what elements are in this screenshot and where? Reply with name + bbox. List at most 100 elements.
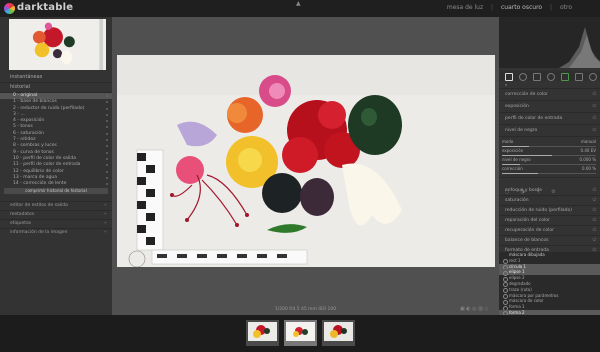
module-header[interactable]: reparación del color ⏻ — [499, 216, 600, 226]
presets-tab-icon[interactable] — [589, 73, 597, 81]
history-item-label: 6 - saturación — [13, 130, 45, 136]
darktable-logo-icon — [4, 3, 15, 14]
module-header[interactable]: corrección de color ⏻ — [499, 89, 600, 101]
collapsed-section[interactable]: editor de estilos de salida + — [0, 201, 112, 210]
module-power-icon[interactable]: ⏻ — [592, 206, 596, 215]
filmstrip-thumb[interactable] — [246, 320, 279, 346]
slider-control[interactable]: exposición 0.40 EV — [499, 148, 600, 157]
mask-item-label: forma 1 — [509, 304, 525, 310]
filmstrip-thumb-selected[interactable] — [284, 320, 317, 346]
search-icon: ⌕ — [505, 82, 508, 87]
bottom-controls: ▣ ◐ ◎ ▥ ◇ — [460, 306, 488, 312]
correct-group-tab-icon[interactable] — [561, 73, 569, 81]
histogram-graph — [499, 27, 600, 68]
module-header[interactable]: balance de blancos ⏻ — [499, 236, 600, 246]
module-state-icon — [106, 176, 108, 179]
module-name: saturación — [505, 198, 529, 203]
module-state-icon — [106, 170, 108, 173]
collapsed-section[interactable]: etiquetas + — [0, 219, 112, 228]
module-state-icon — [106, 151, 108, 154]
module-power-icon[interactable]: ⏻ — [592, 101, 596, 112]
module-header[interactable]: exposición ⏻ — [499, 101, 600, 113]
basic-group-tab-icon[interactable] — [519, 73, 527, 81]
tone-group-tab-icon[interactable] — [533, 73, 541, 81]
overexposed-icon[interactable]: ◎ — [472, 306, 476, 312]
module-name: corrección de color — [505, 92, 548, 97]
module-state-icon — [106, 95, 108, 97]
module-header[interactable]: enfoque y borde ⏻ — [499, 186, 600, 196]
module-state-icon — [106, 164, 108, 167]
view-lighttable[interactable]: mesa de luz — [447, 4, 483, 11]
module-power-icon[interactable]: ⏻ — [592, 216, 596, 225]
module-name: reparación del color — [505, 218, 550, 223]
module-state-icon — [106, 183, 108, 186]
module-power-icon[interactable]: ⏻ — [592, 226, 596, 235]
collapsed-section[interactable]: información de la imagen + — [0, 228, 112, 237]
history-item-label: 7 - nitidez — [13, 137, 36, 143]
module-name: enfoque y borde — [505, 188, 542, 193]
module-state-icon — [106, 132, 108, 135]
history-item-label: 9 - curva de tonos — [13, 149, 54, 155]
mask-manager: máscara dibujada rect 1 círculo 1 elipse 1… — [499, 252, 600, 317]
main-image[interactable] — [117, 55, 495, 267]
focus-peaking-icon[interactable]: ◇ — [485, 306, 489, 312]
navigation-thumbnail[interactable] — [9, 19, 106, 70]
slider-value: 0.00 % — [582, 166, 596, 171]
display-profile-icon[interactable]: ▥ — [478, 306, 483, 312]
history-item-label: 5 - tonos — [13, 124, 33, 130]
exposure-controls: modo manual exposición 0.40 EV nivel de negr… — [499, 137, 600, 178]
history-item-label: 1 - base de blancos — [13, 99, 57, 105]
snapshots-header[interactable]: instantáneas — [0, 73, 112, 83]
view-more[interactable]: otro — [560, 4, 572, 11]
collapsed-section[interactable]: metadatos + — [0, 210, 112, 219]
module-power-icon[interactable]: ⏻ — [592, 186, 596, 195]
history-header[interactable]: historial — [0, 83, 112, 93]
slider-label: nivel de negro — [502, 157, 531, 162]
history-item-label: 8 - sombras y luces — [13, 143, 57, 149]
module-name: reducción de ruido (perfilado) — [505, 208, 572, 213]
slider-control[interactable]: corrección 0.00 % — [499, 166, 600, 175]
module-name: nivel de negro — [505, 128, 538, 133]
module-power-icon[interactable]: ⏻ — [592, 89, 596, 100]
view-darkroom[interactable]: cuarto oscuro — [501, 4, 542, 11]
view-separator: | — [491, 4, 494, 11]
mask-item-label: degradado — [509, 280, 531, 286]
slider-control[interactable]: modo manual — [499, 139, 600, 148]
history-item-label: 3 - ... — [13, 111, 25, 117]
collapsed-section-label: información de la imagen — [10, 230, 68, 236]
module-header[interactable]: nivel de negro ⏻ — [499, 125, 600, 137]
filmstrip-thumb[interactable] — [322, 320, 355, 346]
module-header[interactable]: saturación ⏻ — [499, 196, 600, 206]
slider-fill — [502, 155, 552, 156]
active-modules-tab-icon[interactable] — [505, 73, 513, 81]
compress-history-button[interactable]: comprimir historial de historial — [4, 188, 108, 195]
module-power-icon[interactable]: ⏻ — [592, 236, 596, 245]
history-item-label: 2 - reductor de ruido (perfilado) — [13, 105, 85, 111]
module-header[interactable]: perfil de color de entrada ⏻ — [499, 113, 600, 125]
slider-fill — [502, 164, 520, 165]
module-header[interactable]: reducción de ruido (perfilado) ⏻ — [499, 206, 600, 216]
module-power-icon[interactable]: ⏻ — [592, 196, 596, 205]
mask-item-label: elipse 2 — [509, 275, 525, 281]
histogram[interactable] — [499, 17, 600, 68]
softproof-icon[interactable]: ▣ — [460, 306, 465, 312]
history-item-label: 14 - corrección de lente — [13, 181, 67, 187]
module-state-icon — [106, 145, 108, 148]
module-power-icon[interactable]: ⏻ — [592, 113, 596, 124]
module-header[interactable]: recuperación de color ⏻ — [499, 226, 600, 236]
module-name: exposición — [505, 104, 529, 109]
color-group-tab-icon[interactable] — [547, 73, 555, 81]
module-group-tabs — [499, 71, 600, 81]
mask-item-label: elipse 1 — [509, 269, 525, 275]
collapse-top-icon[interactable]: ▲ — [296, 0, 301, 7]
history-item[interactable]: 14 - corrección de lente — [0, 181, 112, 187]
module-search[interactable]: ⌕ — [499, 82, 600, 89]
slider-control[interactable]: nivel de negro 0.000 % — [499, 157, 600, 166]
gamut-check-icon[interactable]: ◐ — [466, 306, 470, 312]
effect-group-tab-icon[interactable] — [575, 73, 583, 81]
module-power-icon[interactable]: ⏻ — [592, 125, 596, 136]
slider-value: 0.40 EV — [580, 148, 596, 153]
slider-label: corrección — [502, 166, 523, 171]
mask-item-label: máscara de color — [509, 298, 544, 304]
history-item-label: 13 - marca de agua — [13, 174, 58, 180]
